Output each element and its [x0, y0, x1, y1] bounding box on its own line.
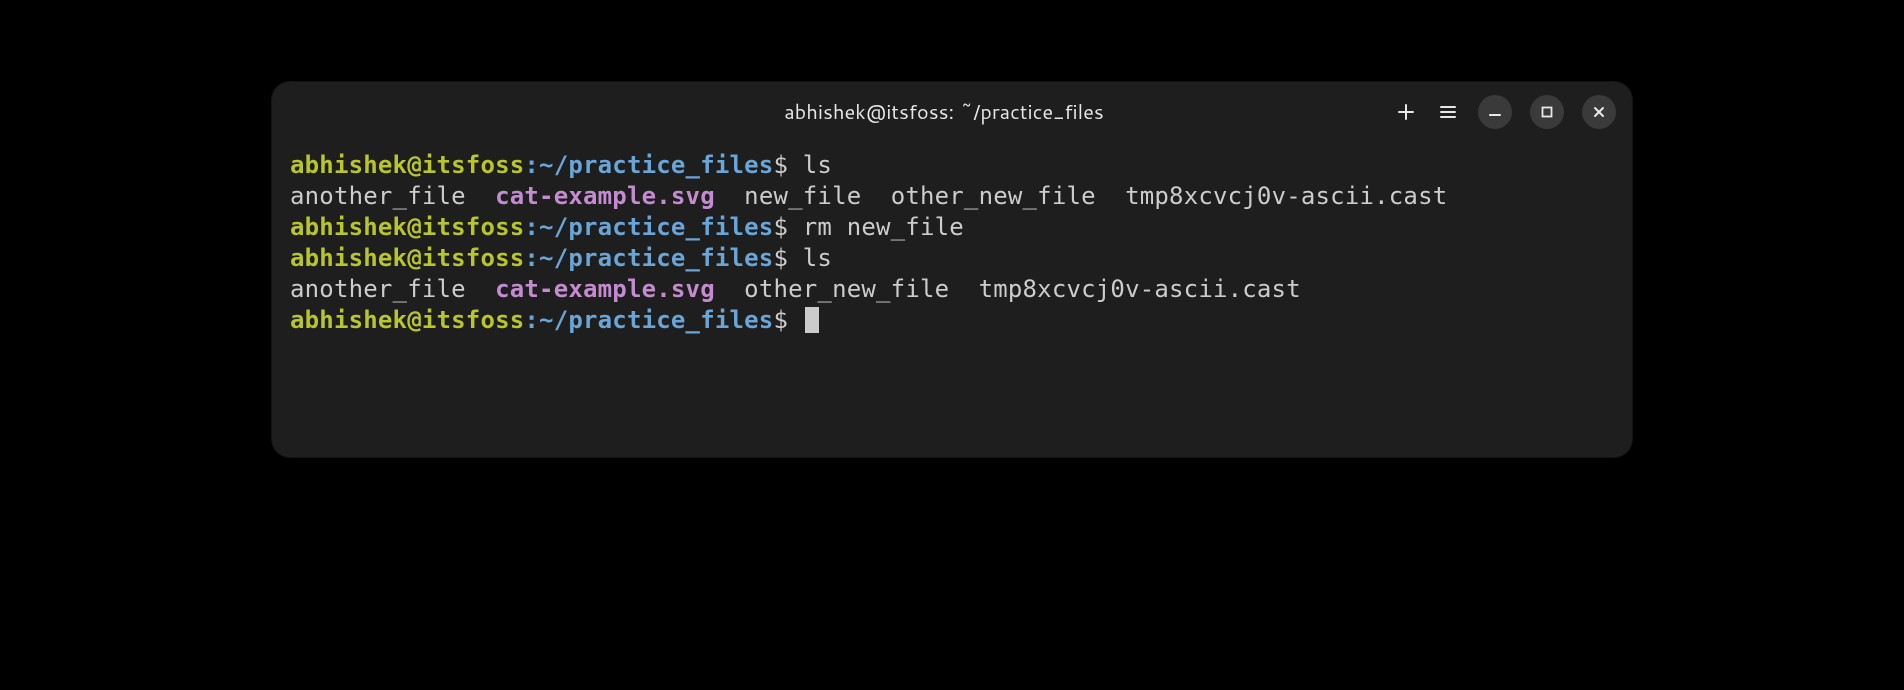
prompt-path: ~/practice_files — [539, 244, 773, 272]
cursor — [805, 307, 819, 333]
prompt-path: ~/practice_files — [539, 306, 773, 334]
titlebar-controls — [1356, 95, 1616, 129]
window-title: abhishek@itsfoss: ~/practice_files — [532, 98, 1356, 126]
terminal-body[interactable]: abhishek@itsfoss:~/practice_files$ lsano… — [272, 142, 1632, 457]
prompt-symbol: $ — [773, 151, 802, 179]
titlebar: abhishek@itsfoss: ~/practice_files — [272, 82, 1632, 142]
prompt-userhost: abhishek@itsfoss — [290, 306, 524, 334]
prompt-colon: : — [524, 151, 539, 179]
file-name: another_file — [290, 182, 466, 210]
terminal-output-line: another_file cat-example.svg other_new_f… — [290, 274, 1614, 305]
terminal-line: abhishek@itsfoss:~/practice_files$ ls — [290, 243, 1614, 274]
prompt-symbol: $ — [773, 306, 802, 334]
file-name: tmp8xcvcj0v-ascii.cast — [1125, 182, 1447, 210]
command-text: ls — [803, 244, 832, 272]
file-name: other_new_file — [744, 275, 949, 303]
prompt-userhost: abhishek@itsfoss — [290, 213, 524, 241]
prompt-path: ~/practice_files — [539, 151, 773, 179]
close-button[interactable] — [1582, 95, 1616, 129]
hamburger-menu-icon[interactable] — [1436, 100, 1460, 124]
terminal-line: abhishek@itsfoss:~/practice_files$ ls — [290, 150, 1614, 181]
new-tab-icon[interactable] — [1394, 100, 1418, 124]
prompt-symbol: $ — [773, 213, 802, 241]
file-name: cat-example.svg — [495, 275, 715, 303]
prompt-userhost: abhishek@itsfoss — [290, 244, 524, 272]
file-name: new_file — [744, 182, 861, 210]
file-name: cat-example.svg — [495, 182, 715, 210]
file-separator — [715, 275, 744, 303]
prompt-colon: : — [524, 244, 539, 272]
file-name: tmp8xcvcj0v-ascii.cast — [979, 275, 1301, 303]
prompt-userhost: abhishek@itsfoss — [290, 151, 524, 179]
terminal-line: abhishek@itsfoss:~/practice_files$ rm ne… — [290, 212, 1614, 243]
minimize-button[interactable] — [1478, 95, 1512, 129]
file-separator — [861, 182, 890, 210]
file-separator — [715, 182, 744, 210]
file-separator — [466, 182, 495, 210]
prompt-symbol: $ — [773, 244, 802, 272]
file-separator — [949, 275, 978, 303]
terminal-window: abhishek@itsfoss: ~/practice_files — [272, 82, 1632, 457]
prompt-colon: : — [524, 213, 539, 241]
terminal-line: abhishek@itsfoss:~/practice_files$ — [290, 305, 1614, 336]
command-text: rm new_file — [803, 213, 964, 241]
file-separator — [1096, 182, 1125, 210]
file-name: another_file — [290, 275, 466, 303]
file-name: other_new_file — [891, 182, 1096, 210]
command-text: ls — [803, 151, 832, 179]
prompt-path: ~/practice_files — [539, 213, 773, 241]
terminal-output-line: another_file cat-example.svg new_file ot… — [290, 181, 1614, 212]
file-separator — [466, 275, 495, 303]
maximize-button[interactable] — [1530, 95, 1564, 129]
prompt-colon: : — [524, 306, 539, 334]
